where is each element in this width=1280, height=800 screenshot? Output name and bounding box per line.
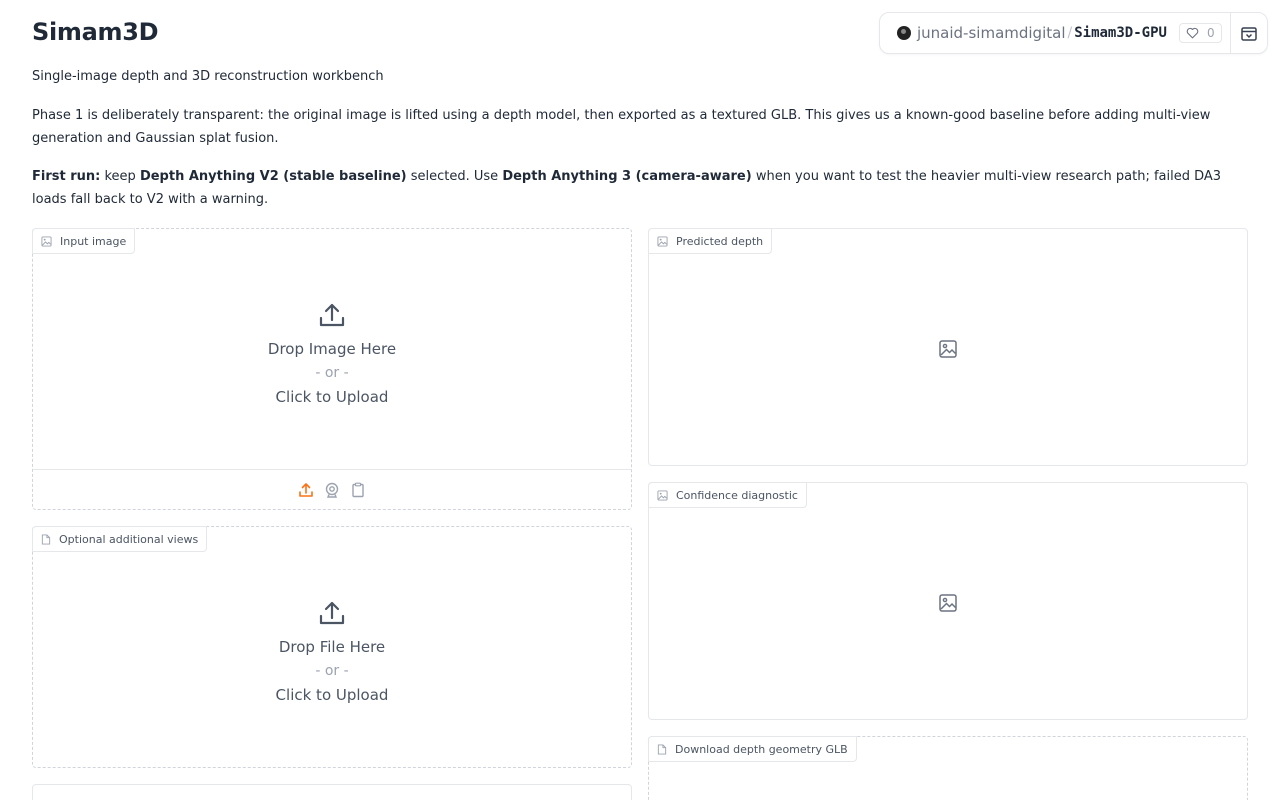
click-to-upload-text: Click to Upload <box>275 686 389 704</box>
space-badge: junaid-simamdigital / Simam3D-GPU 0 <box>879 12 1268 54</box>
upload-source-button[interactable] <box>298 481 315 498</box>
download-glb-panel: Download depth geometry GLB <box>648 736 1248 800</box>
or-text: - or - <box>315 663 349 679</box>
page-subtitle: Single-image depth and 3D reconstruction… <box>32 69 384 84</box>
page-title: Simam3D <box>32 18 159 46</box>
image-icon <box>657 235 668 247</box>
confidence-diagnostic-label: Confidence diagnostic <box>648 482 807 508</box>
file-icon <box>41 533 51 545</box>
additional-views-panel: Optional additional views Drop File Here… <box>32 526 632 768</box>
drop-file-text: Drop File Here <box>278 638 386 656</box>
clipboard-icon <box>352 482 364 497</box>
additional-views-label-text: Optional additional views <box>59 532 199 546</box>
file-dropzone[interactable]: Drop File Here - or - Click to Upload <box>33 599 631 707</box>
separator: / <box>1067 25 1073 41</box>
first-run-text-a: keep <box>100 169 140 184</box>
image-source-toolbar <box>33 469 631 509</box>
click-to-upload-text: Click to Upload <box>275 388 389 406</box>
confidence-diagnostic-panel: Confidence diagnostic <box>648 482 1248 720</box>
input-image-panel: Input image Drop Image Here - or - Click… <box>32 228 632 510</box>
confidence-diagnostic-label-text: Confidence diagnostic <box>676 488 798 502</box>
drop-image-text: Drop Image Here <box>267 340 397 358</box>
download-glb-label: Download depth geometry GLB <box>648 736 857 762</box>
upload-icon <box>299 482 313 497</box>
upload-icon <box>319 601 345 625</box>
like-count: 0 <box>1206 26 1215 40</box>
first-run-label: First run: <box>32 169 101 184</box>
webcam-source-button[interactable] <box>324 481 341 498</box>
additional-views-label: Optional additional views <box>32 526 208 552</box>
model-v3-name: Depth Anything 3 (camera-aware) <box>502 169 752 184</box>
image-icon <box>939 594 957 612</box>
image-icon <box>657 489 668 501</box>
image-icon <box>939 340 957 358</box>
badge-divider <box>1230 13 1231 53</box>
file-icon <box>657 743 667 755</box>
first-run-text-b: selected. Use <box>406 169 503 184</box>
predicted-depth-label: Predicted depth <box>648 228 773 254</box>
predicted-depth-label-text: Predicted depth <box>676 234 764 248</box>
image-dropzone[interactable]: Drop Image Here - or - Click to Upload <box>33 301 631 409</box>
owner-avatar <box>897 26 911 40</box>
input-image-label: Input image <box>32 228 136 254</box>
clipboard-source-button[interactable] <box>350 481 367 498</box>
phase-description: Phase 1 is deliberately transparent: the… <box>32 108 1211 146</box>
or-text: - or - <box>315 365 349 381</box>
download-glb-label-text: Download depth geometry GLB <box>675 742 848 756</box>
input-image-label-text: Input image <box>60 234 127 248</box>
heart-icon <box>1186 27 1199 39</box>
first-run-note: First run: keep Depth Anything V2 (stabl… <box>32 166 1248 211</box>
like-button[interactable]: 0 <box>1178 23 1222 43</box>
collapse-icon[interactable] <box>1240 25 1258 43</box>
predicted-depth-panel: Predicted depth <box>648 228 1248 466</box>
image-icon <box>41 235 52 247</box>
space-owner-link[interactable]: junaid-simamdigital <box>917 24 1066 42</box>
model-v2-name: Depth Anything V2 (stable baseline) <box>139 169 407 184</box>
settings-panel <box>32 784 632 800</box>
upload-icon <box>319 303 345 327</box>
space-repo-link[interactable]: Simam3D-GPU <box>1074 25 1167 41</box>
webcam-icon <box>325 482 339 498</box>
